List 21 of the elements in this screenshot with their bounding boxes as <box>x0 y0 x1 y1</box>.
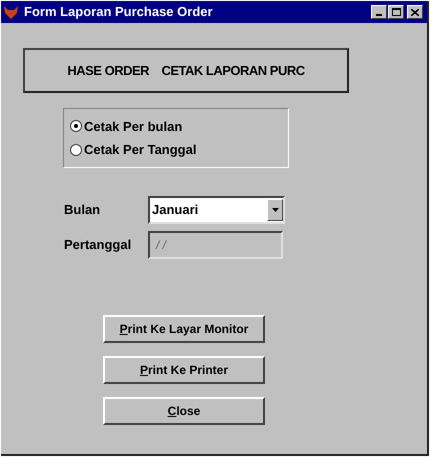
radio-option[interactable]: Cetak Per bulan <box>70 116 288 136</box>
radio-button[interactable] <box>70 144 82 156</box>
banner-text: HASE ORDER CETAK LAPORAN PURC <box>67 62 305 80</box>
dropdown-arrow-button[interactable] <box>267 199 283 221</box>
bulan-dropdown[interactable]: Januari <box>148 196 285 224</box>
radio-button[interactable] <box>70 120 82 132</box>
minimize-button[interactable] <box>371 5 387 19</box>
bulan-label: Bulan <box>64 201 102 220</box>
maximize-button[interactable] <box>388 5 404 19</box>
action-button[interactable]: Print Ke Layar Monitor <box>103 315 265 343</box>
window-title: Form Laporan Purchase Order <box>24 3 214 22</box>
fox-icon <box>3 4 19 20</box>
minimize-icon <box>376 14 382 16</box>
action-button[interactable]: Close <box>103 397 265 425</box>
action-button[interactable]: Print Ke Printer <box>103 356 265 384</box>
close-icon <box>411 8 419 16</box>
radio-option[interactable]: Cetak Per Tanggal <box>70 140 288 160</box>
maximize-icon <box>392 8 400 16</box>
caret-icon <box>272 208 278 212</box>
pertanggal-label: Pertanggal <box>64 236 132 254</box>
close-button[interactable] <box>407 5 423 19</box>
